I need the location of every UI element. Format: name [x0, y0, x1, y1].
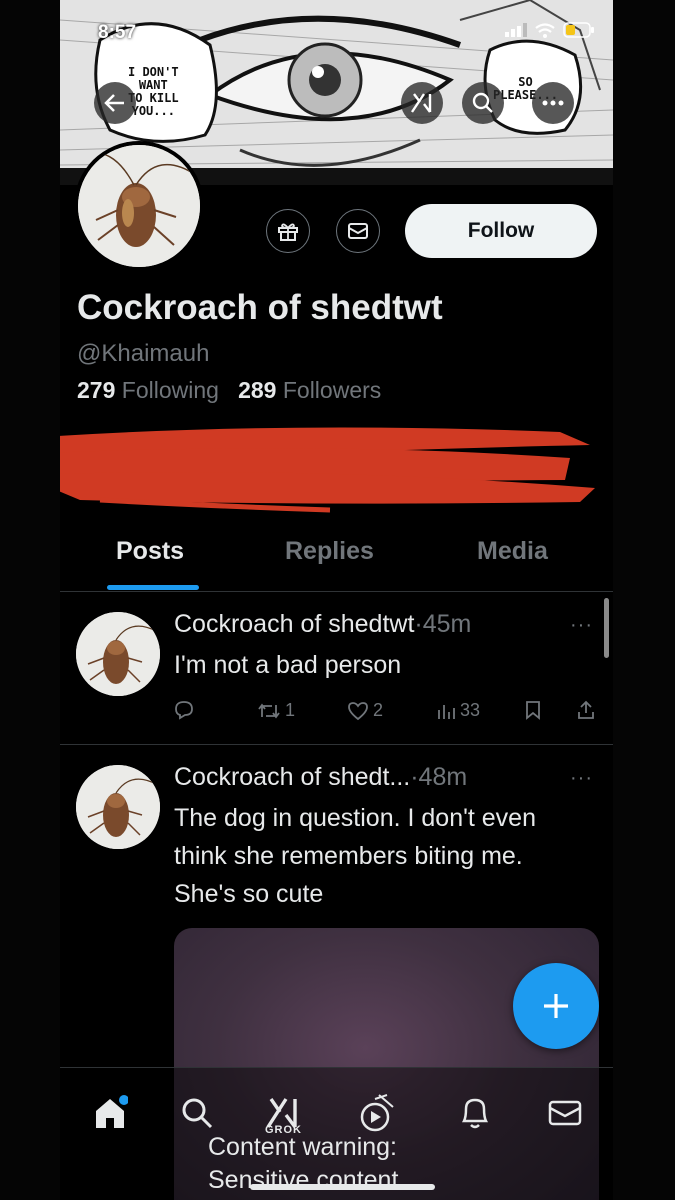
post-actions: 1 2 33 — [174, 700, 604, 730]
post-more-button[interactable]: ··· — [570, 767, 593, 790]
gift-button[interactable] — [266, 209, 310, 253]
content-warning-subtitle: Sensitive content — [208, 1166, 399, 1194]
follow-stats: 279 Following 289 Followers — [77, 377, 381, 404]
tab-media[interactable]: Media — [477, 537, 548, 566]
more-button[interactable] — [532, 82, 574, 124]
tab-replies[interactable]: Replies — [285, 537, 374, 566]
followers-count: 289 — [238, 377, 277, 403]
analytics-icon — [438, 704, 455, 719]
post-avatar[interactable] — [76, 765, 160, 849]
play-circle-icon — [360, 1094, 394, 1132]
wifi-icon — [535, 22, 555, 38]
nav-messages[interactable] — [540, 1088, 590, 1138]
like-count: 2 — [373, 700, 384, 720]
views-button[interactable]: 33 — [436, 700, 480, 721]
plus-icon — [544, 994, 568, 1018]
profile-avatar[interactable] — [74, 141, 204, 271]
bell-icon — [461, 1098, 489, 1129]
nav-home[interactable] — [85, 1088, 135, 1138]
status-time: 8:57 — [98, 22, 137, 43]
following-label: Following — [121, 377, 219, 403]
search-icon — [182, 1098, 213, 1129]
tab-posts[interactable]: Posts — [116, 537, 184, 566]
bookmark-icon — [526, 701, 540, 720]
compose-button[interactable] — [513, 963, 599, 1049]
profile-handle: @Khaimauh — [77, 340, 210, 367]
nav-notifications[interactable] — [450, 1088, 500, 1138]
post-header: Cockroach of shedt...·48m — [174, 763, 467, 792]
grok-button[interactable] — [401, 82, 443, 124]
home-icon — [96, 1095, 128, 1128]
status-icons — [505, 22, 595, 38]
phone-screen: 8:57 I DON'T WANT TO KILL YOU... SO PLEA… — [60, 0, 613, 1200]
post-text: The dog in question. I don't even think … — [174, 804, 536, 908]
photo-bezel-right — [613, 0, 675, 1200]
share-button[interactable] — [576, 700, 596, 720]
heart-icon — [348, 701, 368, 720]
post-avatar[interactable] — [76, 612, 160, 696]
bookmark-button[interactable] — [524, 700, 542, 720]
like-button[interactable]: 2 — [347, 700, 383, 721]
speech-bubble-left: I DON'T WANT TO KILL YOU... — [128, 65, 179, 118]
profile-display-name: Cockroach of shedtwt — [77, 288, 443, 327]
post-timestamp[interactable]: ·48m — [410, 763, 467, 791]
following-count: 279 — [77, 377, 116, 403]
cockroach-avatar-image — [76, 612, 160, 696]
post-item[interactable]: Cockroach of shedtwt·45m ··· I'm not a b… — [60, 592, 613, 744]
message-button[interactable] — [336, 209, 380, 253]
post-author-name[interactable]: Cockroach of shedt... — [174, 763, 410, 791]
followers-link[interactable]: 289 Followers — [238, 377, 381, 403]
redaction-scribble — [60, 427, 595, 513]
post-header: Cockroach of shedtwt·45m — [174, 610, 471, 639]
retweet-icon — [258, 703, 280, 718]
nav-search[interactable] — [172, 1088, 222, 1138]
share-icon — [578, 700, 594, 719]
envelope-icon — [548, 1100, 582, 1126]
active-tab-indicator — [107, 585, 199, 590]
search-button[interactable] — [462, 82, 504, 124]
reply-button[interactable] — [174, 700, 194, 720]
battery-icon — [563, 22, 594, 38]
profile-tabs: Posts Replies Media — [60, 525, 613, 592]
home-indicator[interactable] — [250, 1184, 435, 1190]
photo-bezel-left — [0, 0, 60, 1200]
envelope-icon — [348, 223, 368, 239]
reply-icon — [175, 701, 193, 720]
arrow-left-icon — [104, 94, 124, 112]
content-warning-title: Content warning: — [208, 1133, 398, 1161]
cockroach-avatar-image — [76, 765, 160, 849]
retweet-count: 1 — [285, 700, 296, 720]
gift-icon — [278, 223, 298, 241]
back-button[interactable] — [94, 82, 136, 124]
retweet-button[interactable]: 1 — [257, 700, 295, 721]
grok-icon — [411, 93, 432, 113]
view-count: 33 — [460, 700, 481, 720]
following-link[interactable]: 279 Following — [77, 377, 219, 403]
post-timestamp[interactable]: ·45m — [414, 610, 471, 638]
ellipsis-icon — [542, 100, 564, 106]
search-icon — [472, 92, 493, 113]
signal-icon — [505, 23, 527, 37]
follow-button[interactable]: Follow — [405, 204, 597, 258]
post-author-name[interactable]: Cockroach of shedtwt — [174, 610, 414, 638]
nav-video[interactable] — [350, 1088, 400, 1138]
followers-label: Followers — [282, 377, 382, 403]
cockroach-avatar-image — [78, 145, 200, 267]
post-more-button[interactable]: ··· — [570, 614, 593, 637]
post-text: I'm not a bad person — [174, 651, 402, 679]
